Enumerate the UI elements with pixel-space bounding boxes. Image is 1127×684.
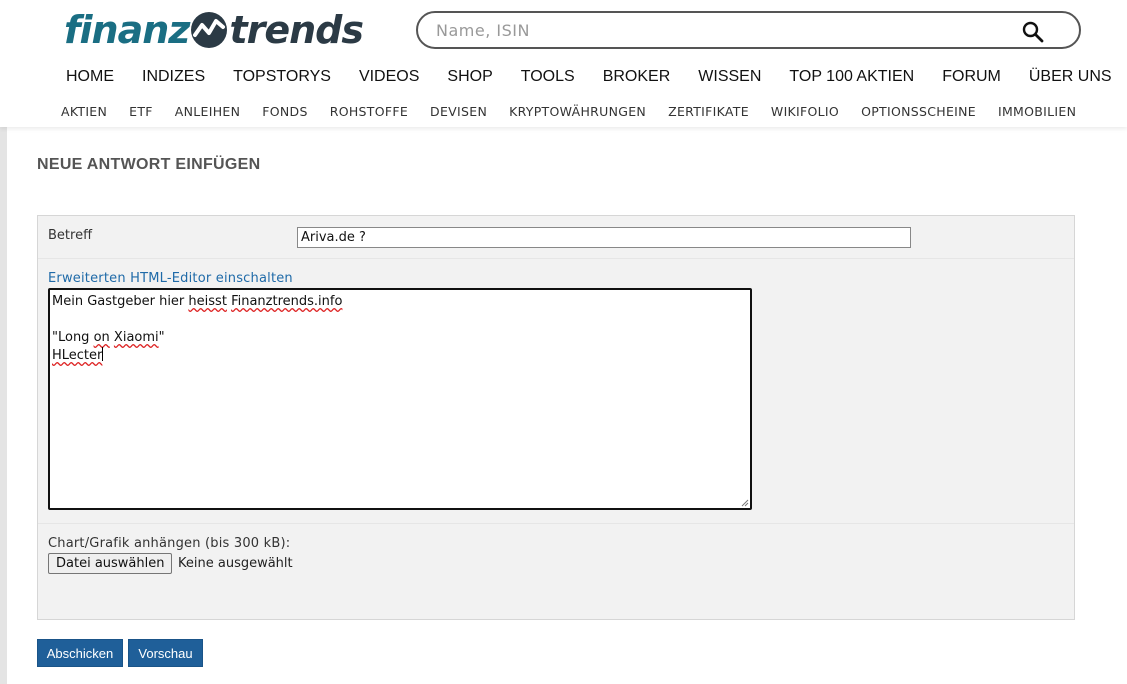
subnav-item-optionsscheine[interactable]: OPTIONSSCHEINE: [850, 103, 987, 121]
logo-trend-mark-icon: [191, 12, 228, 48]
reply-form: Betreff Ariva.de ? Erweiterten HTML-Edit…: [37, 215, 1075, 620]
message-line: Mein Gastgeber hier heisst Finanztrends.…: [52, 294, 343, 309]
nav-item-broker[interactable]: BROKER: [589, 66, 685, 88]
file-status-text: Keine ausgewählt: [178, 556, 293, 571]
nav-item-forum[interactable]: FORUM: [928, 66, 1015, 88]
subnav-item-zertifikate[interactable]: ZERTIFIKATE: [657, 103, 760, 121]
text-caret: [102, 347, 104, 361]
nav-item-tools[interactable]: TOOLS: [507, 66, 589, 88]
subnav-item-etf[interactable]: ETF: [118, 103, 164, 121]
nav-item-shop[interactable]: SHOP: [433, 66, 506, 88]
main-navigation: HOME INDIZES TOPSTORYS VIDEOS SHOP TOOLS…: [52, 66, 1126, 88]
message-line: HLecter: [52, 347, 104, 363]
subnav-item-aktien[interactable]: AKTIEN: [50, 103, 118, 121]
resize-handle-icon[interactable]: [741, 499, 749, 507]
search-box: [416, 11, 1081, 49]
nav-item-wissen[interactable]: WISSEN: [684, 66, 775, 88]
subnav-item-kryptowaehrungen[interactable]: KRYPTOWÄHRUNGEN: [498, 103, 657, 121]
form-row-divider: [38, 523, 1074, 524]
page-title: NEUE ANTWORT EINFÜGEN: [37, 156, 261, 173]
search-input[interactable]: [436, 19, 1016, 41]
subnav-item-rohstoffe[interactable]: ROHSTOFFE: [319, 103, 419, 121]
nav-item-top-100-aktien[interactable]: TOP 100 AKTIEN: [775, 66, 928, 88]
subnav-item-anleihen[interactable]: ANLEIHEN: [164, 103, 252, 121]
nav-item-videos[interactable]: VIDEOS: [345, 66, 433, 88]
choose-file-button[interactable]: Datei auswählen: [48, 553, 173, 574]
subnav-item-immobilien[interactable]: IMMOBILIEN: [987, 103, 1087, 121]
logo-text-finanz: finanz: [64, 8, 190, 52]
nav-item-topstorys[interactable]: TOPSTORYS: [219, 66, 345, 88]
message-line-empty: [52, 311, 748, 329]
nav-item-ueber-uns[interactable]: ÜBER UNS: [1015, 66, 1126, 88]
nav-item-home[interactable]: HOME: [52, 66, 128, 88]
subject-label: Betreff: [48, 228, 93, 243]
site-header: finanz trends HOME INDIZES TOPSTORYS VID…: [0, 0, 1127, 127]
message-textarea[interactable]: Mein Gastgeber hier heisst Finanztrends.…: [48, 288, 752, 510]
submit-button[interactable]: Abschicken: [37, 639, 123, 667]
subnav-item-fonds[interactable]: FONDS: [251, 103, 318, 121]
nav-item-indizes[interactable]: INDIZES: [128, 66, 219, 88]
left-edge-divider: [0, 127, 7, 684]
subject-input[interactable]: Ariva.de ?: [297, 227, 911, 248]
site-logo[interactable]: finanz trends: [64, 6, 364, 54]
subnav-item-wikifolio[interactable]: WIKIFOLIO: [760, 103, 850, 121]
preview-button[interactable]: Vorschau: [128, 639, 203, 667]
message-line: "Long on Xiaomi": [52, 330, 165, 345]
sub-navigation: AKTIEN ETF ANLEIHEN FONDS ROHSTOFFE DEVI…: [50, 103, 1087, 121]
attachment-label: Chart/Grafik anhängen (bis 300 kB):: [48, 536, 291, 551]
html-editor-toggle-link[interactable]: Erweiterten HTML-Editor einschalten: [48, 271, 293, 286]
form-row-divider: [38, 258, 1074, 259]
logo-text-trends: trends: [229, 8, 364, 52]
subnav-item-devisen[interactable]: DEVISEN: [419, 103, 498, 121]
search-icon[interactable]: [1021, 20, 1045, 44]
